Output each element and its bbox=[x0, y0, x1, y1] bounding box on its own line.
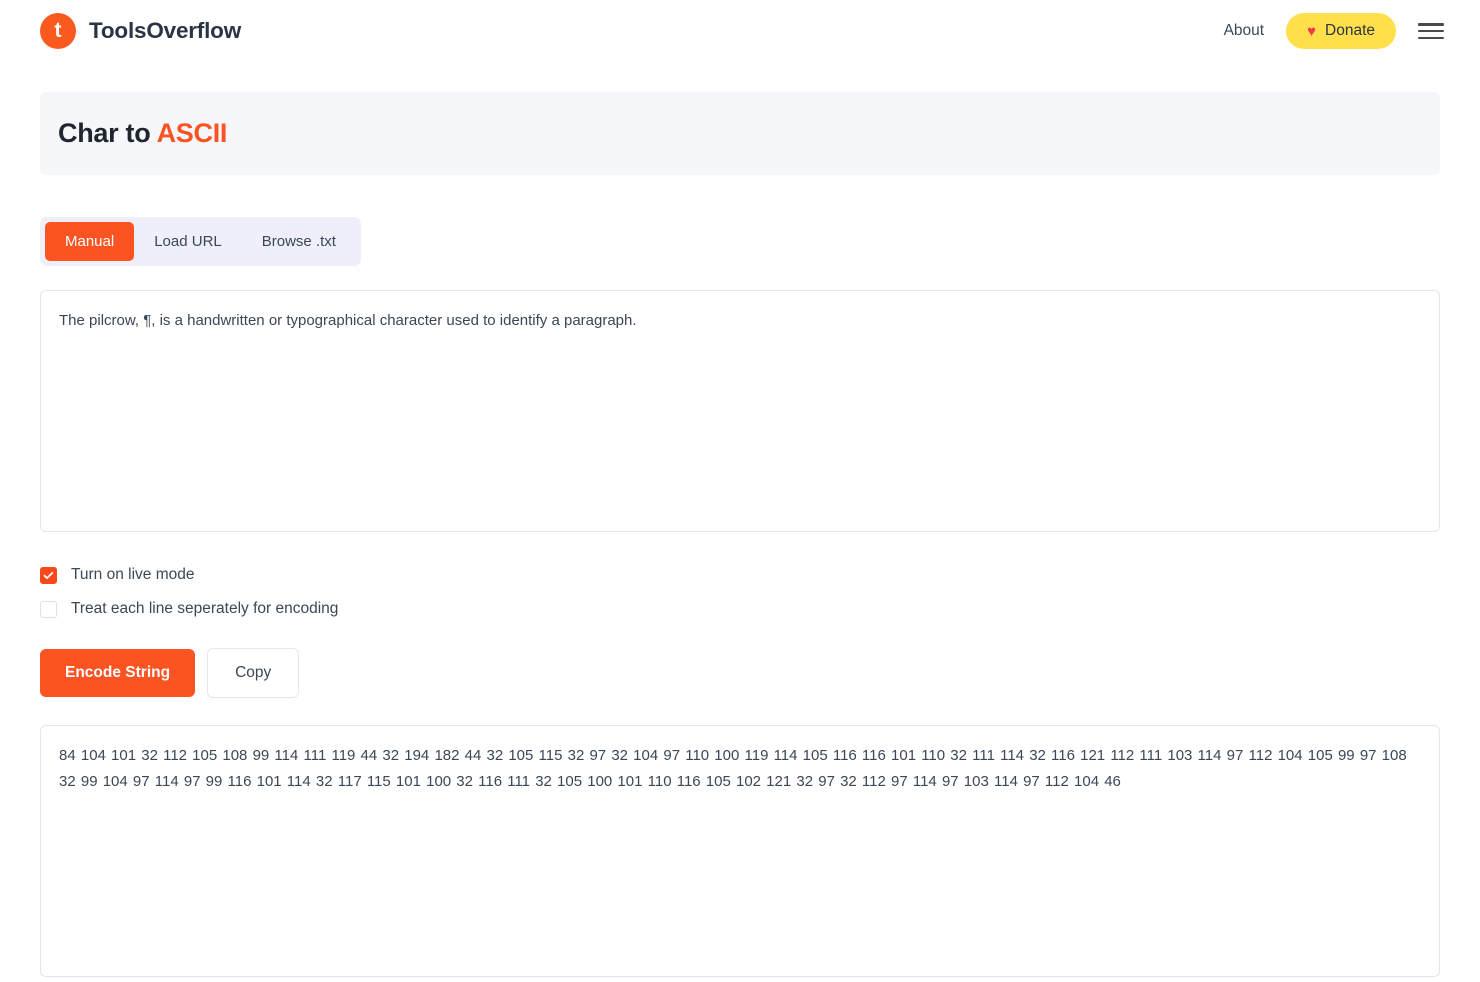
page-title-prefix: Char to bbox=[58, 118, 157, 148]
site-header: t ToolsOverflow About ♥ Donate bbox=[0, 0, 1480, 62]
page-content: Char to ASCII Manual Load URL Browse .tx… bbox=[0, 92, 1480, 982]
tab-load-url[interactable]: Load URL bbox=[134, 222, 242, 261]
tab-browse-txt[interactable]: Browse .txt bbox=[242, 222, 356, 261]
donate-button[interactable]: ♥ Donate bbox=[1286, 13, 1396, 49]
options-group: Turn on live mode Treat each line sepera… bbox=[40, 558, 1440, 626]
option-live-mode[interactable]: Turn on live mode bbox=[40, 558, 1440, 592]
logo-letter: t bbox=[54, 18, 62, 42]
action-buttons: Encode String Copy bbox=[40, 648, 1440, 698]
page-title: Char to ASCII bbox=[58, 118, 1420, 149]
tab-manual[interactable]: Manual bbox=[45, 222, 135, 261]
copy-button[interactable]: Copy bbox=[207, 648, 300, 698]
header-nav: About ♥ Donate bbox=[1224, 13, 1444, 49]
input-source-tabs: Manual Load URL Browse .txt bbox=[40, 217, 361, 266]
output-textarea[interactable] bbox=[40, 725, 1440, 977]
page-title-bar: Char to ASCII bbox=[40, 92, 1440, 175]
donate-label: Donate bbox=[1325, 22, 1375, 39]
live-mode-label: Turn on live mode bbox=[71, 566, 195, 583]
brand-name: ToolsOverflow bbox=[89, 18, 241, 43]
input-textarea[interactable] bbox=[40, 290, 1440, 532]
brand-logo-link[interactable]: t ToolsOverflow bbox=[40, 13, 241, 49]
live-mode-checkbox[interactable] bbox=[40, 566, 57, 584]
encode-string-button[interactable]: Encode String bbox=[40, 649, 196, 697]
page-title-accent: ASCII bbox=[156, 118, 228, 148]
line-separate-checkbox[interactable] bbox=[40, 600, 57, 618]
option-line-separate[interactable]: Treat each line seperately for encoding bbox=[40, 592, 1440, 626]
nav-link-about[interactable]: About bbox=[1224, 22, 1265, 40]
heart-icon: ♥ bbox=[1307, 22, 1317, 40]
hamburger-menu-icon[interactable] bbox=[1418, 21, 1444, 41]
line-separate-label: Treat each line seperately for encoding bbox=[71, 600, 339, 617]
toolsoverflow-logo-icon: t bbox=[40, 13, 76, 49]
